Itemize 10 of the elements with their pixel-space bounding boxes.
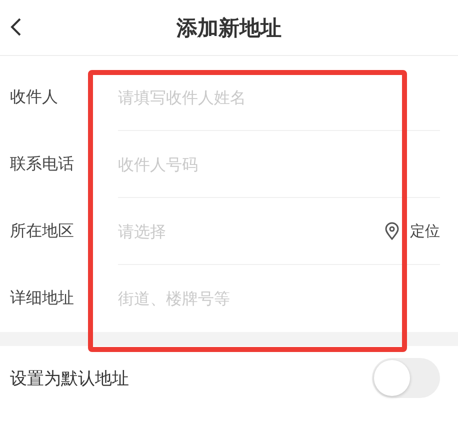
locate-button[interactable]: 定位: [410, 222, 440, 240]
setting-label: 设置为默认地址: [10, 368, 129, 390]
back-icon[interactable]: [10, 17, 22, 37]
toggle-switch[interactable]: [372, 358, 440, 398]
field-label: 详细地址: [9, 288, 75, 309]
location-pin-icon: [384, 222, 400, 240]
page-title: 添加新地址: [176, 14, 282, 42]
field-label: 收件人: [9, 87, 59, 108]
field-label: 联系电话: [9, 154, 75, 175]
field-label: 所在地区: [9, 221, 75, 242]
